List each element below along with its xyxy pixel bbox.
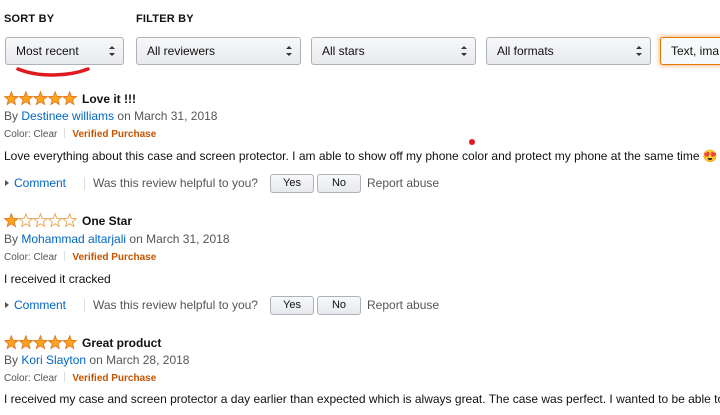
star-filled-icon: [61, 335, 78, 350]
star-filled-icon: [18, 91, 34, 106]
star-filled-icon: [61, 91, 78, 106]
star-filled-icon: [4, 91, 20, 106]
helpful-no-button[interactable]: No: [317, 296, 361, 315]
report-abuse-link[interactable]: Report abuse: [367, 176, 439, 190]
star-empty-icon: [47, 213, 63, 228]
review-date: on March 31, 2018: [129, 232, 230, 246]
star-filled-icon: [18, 335, 34, 350]
review-title[interactable]: Great product: [82, 336, 161, 350]
review-meta: Color: Clear Verified Purchase: [4, 372, 156, 384]
expand-triangle-icon: [5, 302, 9, 308]
review-text: Love everything about this case and scre…: [4, 149, 718, 163]
by-prefix: By: [4, 232, 19, 246]
reviewer-name-link[interactable]: Destinee williams: [21, 109, 114, 123]
product-color: Color: Clear: [4, 129, 58, 140]
reviewer-name-link[interactable]: Kori Slayton: [21, 353, 86, 367]
product-color: Color: Clear: [4, 252, 58, 263]
star-empty-icon: [61, 213, 78, 228]
review-title[interactable]: Love it !!!: [82, 92, 136, 106]
red-dot-annotation: [469, 139, 475, 145]
verified-purchase-badge: Verified Purchase: [72, 373, 157, 384]
review-byline: By Kori Slayton on March 28, 2018: [4, 353, 189, 367]
expand-triangle-icon: [5, 180, 9, 186]
star-filled-icon: [32, 335, 49, 350]
review-title[interactable]: One Star: [82, 214, 132, 228]
review-meta: Color: Clear Verified Purchase: [4, 251, 156, 263]
star-filled-icon: [4, 213, 20, 228]
comment-link[interactable]: Comment: [14, 176, 66, 190]
helpful-prompt: Was this review helpful to you?: [93, 298, 258, 312]
verified-purchase-badge: Verified Purchase: [72, 252, 157, 263]
helpful-prompt: Was this review helpful to you?: [93, 176, 258, 190]
star-rating-icon: [4, 91, 78, 106]
comment-link[interactable]: Comment: [14, 298, 66, 312]
star-filled-icon: [4, 335, 20, 350]
star-empty-icon: [18, 213, 34, 228]
divider: [84, 299, 85, 312]
verified-purchase-badge: Verified Purchase: [72, 129, 157, 140]
star-filled-icon: [47, 91, 63, 106]
review-meta: Color: Clear Verified Purchase: [4, 128, 156, 140]
helpful-yes-button[interactable]: Yes: [270, 296, 314, 315]
review-text: I received it cracked: [4, 272, 111, 286]
divider: [84, 177, 85, 190]
star-rating-icon: [4, 213, 78, 228]
review-byline: By Destinee williams on March 31, 2018: [4, 109, 217, 123]
review-actions: Comment Was this review helpful to you? …: [4, 296, 454, 316]
review-date: on March 31, 2018: [117, 109, 218, 123]
review-actions: Comment Was this review helpful to you? …: [4, 174, 454, 194]
review-byline: By Mohammad altarjali on March 31, 2018: [4, 232, 230, 246]
review-date: on March 28, 2018: [89, 353, 190, 367]
red-underline-annotation: [16, 67, 90, 77]
helpful-yes-button[interactable]: Yes: [270, 174, 314, 193]
product-color: Color: Clear: [4, 373, 58, 384]
by-prefix: By: [4, 353, 19, 367]
review-text: I received my case and screen protector …: [4, 392, 720, 406]
star-rating-icon: [4, 335, 78, 350]
by-prefix: By: [4, 109, 19, 123]
reviewer-name-link[interactable]: Mohammad altarjali: [21, 232, 126, 246]
helpful-no-button[interactable]: No: [317, 174, 361, 193]
star-filled-icon: [47, 335, 63, 350]
star-empty-icon: [32, 213, 49, 228]
star-filled-icon: [32, 91, 49, 106]
report-abuse-link[interactable]: Report abuse: [367, 298, 439, 312]
